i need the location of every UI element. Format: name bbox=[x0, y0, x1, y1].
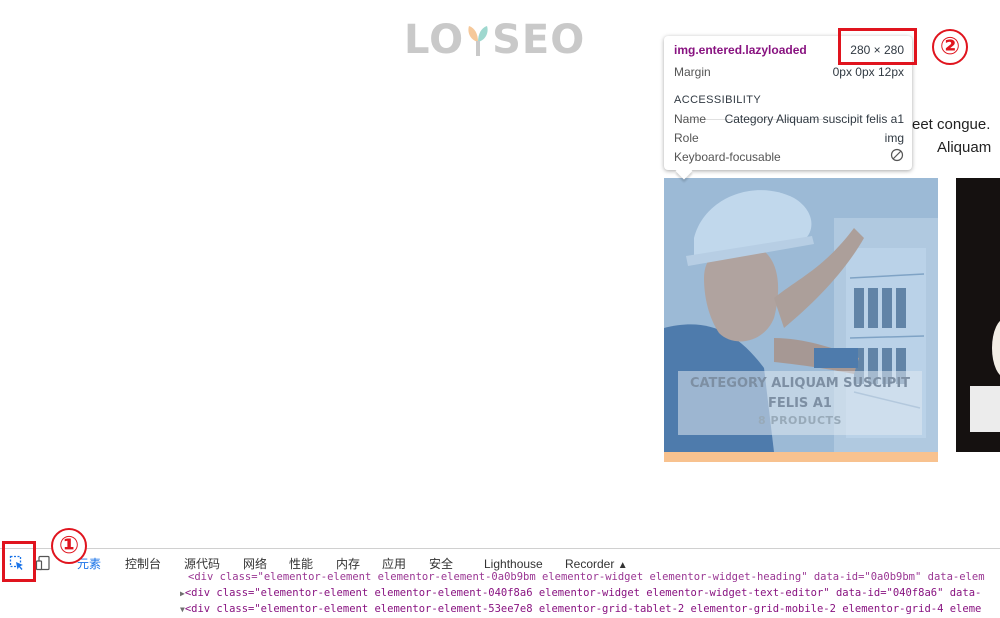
category-label-box[interactable]: CATEGORY ALIQUAM SUSCIPIT FELIS A1 8 PRO… bbox=[678, 371, 922, 435]
tooltip-role-value: img bbox=[884, 131, 904, 145]
tooltip-margin-row: Margin 0px 0px 12px bbox=[674, 63, 904, 81]
logo-text-left: LO bbox=[404, 17, 465, 63]
tooltip-tag: img bbox=[674, 43, 696, 57]
category-title: CATEGORY ALIQUAM SUSCIPIT FELIS A1 bbox=[678, 371, 922, 414]
body-text-line-1: eet congue. bbox=[912, 116, 991, 133]
tooltip-accessibility-heading: ACCESSIBILITY bbox=[674, 90, 904, 108]
tooltip-name-row: Name Category Aliquam suscipit felis a1 bbox=[674, 110, 904, 128]
logo-text-right: SEO bbox=[492, 17, 586, 63]
tooltip-keyboard-label: Keyboard-focusable bbox=[674, 150, 781, 164]
inspect-button-highlight-box bbox=[2, 541, 36, 582]
tooltip-margin-value: 0px 0px 12px bbox=[832, 65, 904, 79]
devtools-panel: 元素 控制台 源代码 网络 性能 内存 应用 安全 Lighthouse Rec… bbox=[0, 548, 1000, 617]
lamp-photo bbox=[956, 178, 1000, 452]
annotation-marker-2: ② bbox=[932, 29, 968, 65]
tooltip-margin-label: Margin bbox=[674, 65, 711, 79]
site-logo[interactable]: LO SEO bbox=[404, 17, 586, 63]
category-product-count: 8 PRODUCTS bbox=[758, 414, 842, 427]
category-card-image[interactable]: CATEGORY ALIQUAM SUSCIPIT FELIS A1 8 PRO… bbox=[664, 178, 938, 452]
annotation-marker-1: ① bbox=[51, 528, 87, 564]
dom-node-line[interactable]: ▶<div class="elementor-element elementor… bbox=[180, 585, 981, 601]
dom-node-line[interactable]: <div class="elementor-element elementor-… bbox=[188, 569, 985, 585]
category-title-line-1: CATEGORY ALIQUAM SUSCIPIT bbox=[689, 376, 911, 391]
not-focusable-icon bbox=[890, 148, 904, 167]
tooltip-role-row: Role img bbox=[674, 129, 904, 147]
body-text-line-2: Aliquam bbox=[937, 139, 992, 156]
dimensions-highlight-box bbox=[838, 28, 917, 65]
category-card-image-2[interactable] bbox=[956, 178, 1000, 452]
category-title-line-2: FELIS A1 bbox=[768, 396, 832, 411]
tooltip-classes: .entered.lazyloaded bbox=[695, 43, 807, 57]
tooltip-keyboard-row: Keyboard-focusable bbox=[674, 148, 904, 166]
dom-node-text: <div class="elementor-element elementor-… bbox=[184, 603, 982, 615]
tooltip-role-label: Role bbox=[674, 131, 699, 145]
dom-node-line[interactable]: ▼<div class="elementor-element elementor… bbox=[180, 601, 981, 617]
tooltip-name-label: Name bbox=[674, 112, 707, 126]
logo-leaf-icon bbox=[465, 20, 491, 60]
device-toolbar-icon[interactable] bbox=[35, 555, 51, 571]
tab-console[interactable]: 控制台 bbox=[125, 555, 161, 573]
dom-node-text: <div class="elementor-element elementor-… bbox=[184, 587, 982, 599]
margin-highlight-bar bbox=[664, 452, 938, 462]
tooltip-name-value: Category Aliquam suscipit felis a1 bbox=[724, 112, 904, 126]
